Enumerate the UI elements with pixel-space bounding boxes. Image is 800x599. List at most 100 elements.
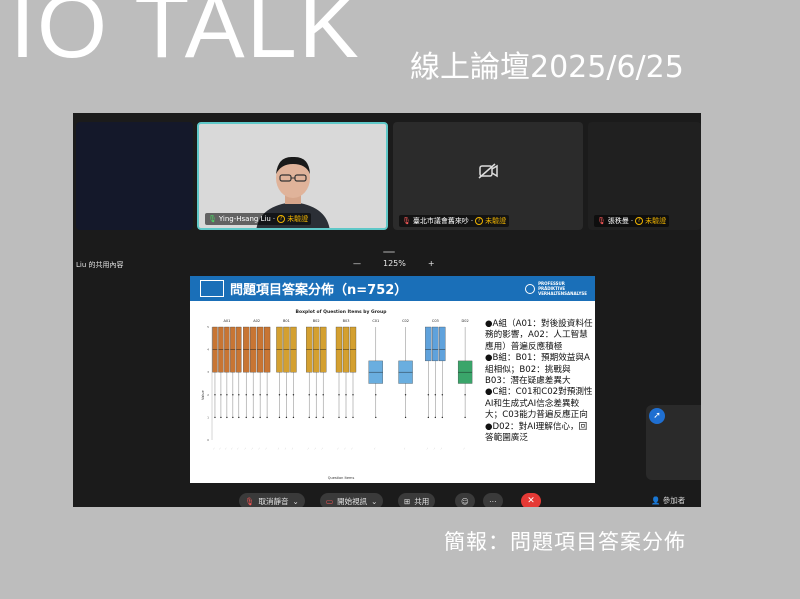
outlier-point <box>292 394 295 396</box>
outlier-point <box>232 394 234 396</box>
participants-button[interactable]: 👤 參加者 <box>651 495 685 506</box>
participants-label: 參加者 <box>662 496 686 505</box>
mic-off-icon: 🎙 <box>402 217 411 225</box>
question-icon: ? <box>635 217 644 225</box>
x-tick-label: — <box>291 446 295 450</box>
outlier-point <box>238 394 240 396</box>
outlier-point <box>345 394 347 396</box>
verification-status: 未驗證 <box>485 217 507 225</box>
outlier-point <box>322 416 324 419</box>
video-label: 開始視訊 <box>337 496 368 506</box>
reactions-button[interactable]: ☺ <box>455 493 475 507</box>
outlier-point <box>322 394 324 396</box>
meeting-window: 🎙 Ying-Hsang Liu · ? 未驗證 🎙 臺北市議會舊來吵 · ? … <box>73 113 701 507</box>
group-label: B01 <box>283 319 290 323</box>
participant-tile-1[interactable] <box>76 122 193 230</box>
outlier-point <box>434 394 437 396</box>
x-tick-label: — <box>264 446 268 450</box>
video-button[interactable]: ▭ 開始視訊 ⌄ <box>320 493 384 507</box>
participant-tile-3[interactable]: 🎙 張秩曼 · ? 未驗證 <box>588 122 701 230</box>
slide-header: 問題項目答案分佈（n=752） PROFESSUR PRÄDIKTIVE VER… <box>190 276 595 301</box>
end-call-button[interactable]: ✕ <box>521 493 541 507</box>
university-logo <box>200 280 224 297</box>
share-title: Liu 的共用內容 <box>76 261 124 269</box>
x-tick-label: — <box>212 446 216 450</box>
box-rect <box>432 326 439 362</box>
bullet-item: ●A組（A01：對後設資料任務的影響，A02：人工智慧應用）普遍反應積極 <box>485 319 593 352</box>
x-tick-label: — <box>462 446 466 450</box>
x-tick-label: — <box>218 446 222 450</box>
outlier-point <box>441 416 444 419</box>
tile-label: 🎙 Ying-Hsang Liu · ? 未驗證 <box>205 213 312 225</box>
participant-tile-speaker[interactable]: 🎙 Ying-Hsang Liu · ? 未驗證 <box>197 122 388 230</box>
outlier-point <box>345 416 347 419</box>
more-button[interactable]: ⋯ <box>483 493 503 507</box>
chart-boxes: — — — — — — — — — — — — — — — — — — — — — — — — <box>212 326 473 450</box>
share-label: 共用 <box>414 496 430 506</box>
x-tick-label: — <box>403 446 407 450</box>
question-icon: ? <box>277 215 286 223</box>
outlier-point <box>441 394 444 396</box>
share-button[interactable]: ⊞ 共用 <box>398 493 436 507</box>
x-tick-label: — <box>250 446 254 450</box>
outlier-point <box>352 416 354 419</box>
zoom-in-button[interactable]: + <box>428 259 435 268</box>
chart-title: Boxplot of Question Items by Group <box>296 309 388 315</box>
box-rect <box>425 326 432 362</box>
outlier-point <box>220 394 222 396</box>
mute-label: 取消靜音 <box>258 496 289 506</box>
y-tick-label: 0 <box>207 438 209 442</box>
x-tick-label: — <box>373 446 377 450</box>
chart-xlabel: Question Items <box>328 476 355 480</box>
participant-tile-2[interactable]: 🎙 臺北市議會舊來吵 · ? 未驗證 <box>393 122 583 230</box>
x-tick-label: — <box>236 446 240 450</box>
zoom-level: 125% <box>383 259 406 268</box>
question-icon: ? <box>475 217 484 225</box>
outlier-point <box>245 416 247 419</box>
chevron-down-icon[interactable]: ⌄ <box>293 497 299 506</box>
y-tick-label: 1 <box>207 415 209 419</box>
outlier-point <box>266 394 268 396</box>
tile-label: 🎙 臺北市議會舊來吵 · ? 未驗證 <box>399 215 510 227</box>
slide-title: 問題項目答案分佈（n=752） <box>230 283 408 298</box>
group-label: C02 <box>402 319 409 323</box>
outlier-point <box>308 394 310 396</box>
tile-label: 🎙 張秩曼 · ? 未驗證 <box>594 215 670 227</box>
mute-button[interactable]: 🎙 取消靜音 ⌄ <box>239 493 305 507</box>
outlier-point <box>434 416 437 419</box>
bullet-item: ●C組：C01和C02對預測性AI和生成式AI信念差異較大；C03能力普遍反應正… <box>485 387 593 421</box>
bullet-item: ●B組：B01：預期效益與A組相似；B02：挑戰與B03：潛在疑慮差異大 <box>485 353 590 387</box>
group-label: A01 <box>223 319 230 323</box>
outlier-point <box>315 394 317 396</box>
group-label: B03 <box>343 319 350 323</box>
zoom-out-button[interactable]: — <box>353 259 361 268</box>
participant-name: 張秩曼 <box>607 217 629 225</box>
participant-name: 臺北市議會舊來吵 <box>412 217 469 225</box>
reaction-icon: ☺ <box>461 496 469 506</box>
chevron-down-icon[interactable]: ⌄ <box>371 497 377 506</box>
x-tick-label: — <box>350 446 354 450</box>
x-tick-label: — <box>277 446 281 450</box>
outlier-point <box>232 416 234 419</box>
x-tick-label: — <box>243 446 247 450</box>
participant-name: Ying-Hsang Liu <box>218 215 271 223</box>
logo-mark-icon <box>525 283 536 294</box>
professur-logo: PROFESSUR PRÄDIKTIVE VERHALTENSANALYSE <box>525 281 587 296</box>
panel-drag-handle[interactable] <box>383 251 395 253</box>
outlier-point <box>375 416 377 419</box>
outlier-point <box>427 416 430 419</box>
boxplot-chart: Boxplot of Question Items by Group Value… <box>201 309 473 480</box>
outlier-point <box>220 416 222 419</box>
y-tick-label: 5 <box>207 325 209 329</box>
rocket-icon[interactable]: ➚ <box>649 408 665 424</box>
outlier-point <box>259 416 261 419</box>
caption: 簡報：問題項目答案分佈 <box>444 530 686 554</box>
outlier-point <box>245 394 247 396</box>
verification-status: 未驗證 <box>645 217 667 225</box>
outlier-point <box>375 394 377 396</box>
x-tick-label: — <box>320 446 324 450</box>
outlier-point <box>214 394 216 396</box>
outlier-point <box>259 394 261 396</box>
outlier-point <box>226 416 228 419</box>
chart-ylabel: Value <box>201 390 205 400</box>
